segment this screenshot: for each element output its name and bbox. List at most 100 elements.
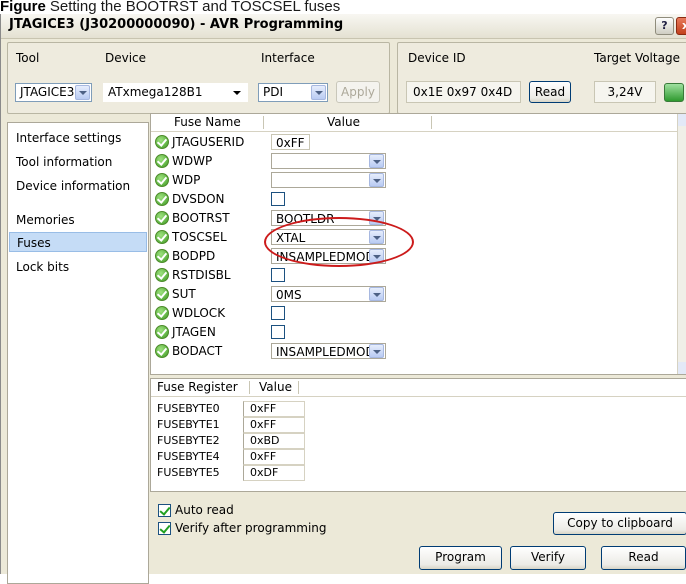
fuse-name: DVSDON [172,192,225,206]
fuse-value-select[interactable] [271,172,386,188]
interface-select[interactable]: PDI [258,83,328,102]
checkbox-checked-icon [158,522,171,535]
fuse-value-select[interactable]: INSAMPLEDMODE [271,248,386,264]
fuse-table-scrollbar[interactable] [677,114,686,374]
fuse-name: RSTDISBL [172,268,231,282]
chevron-down-icon [75,85,90,100]
verify-button[interactable]: Verify [510,546,586,570]
toolbar: Tool Device Interface JTAGICE3 ATxmega12… [7,42,686,116]
register-name: FUSEBYTE0 [157,402,220,415]
fuse-name: TOSCSEL [172,230,227,244]
register-value[interactable]: 0xDF [243,465,305,481]
register-name-header: Fuse Register [157,380,238,394]
fuse-value-select[interactable] [271,153,386,169]
device-id-group: Device ID Target Voltage 0x1E 0x97 0x4D … [397,42,686,114]
register-name: FUSEBYTE1 [157,418,220,431]
fuse-row-dvsdon: DVSDON [151,191,431,208]
chevron-down-icon [369,230,384,244]
register-name: FUSEBYTE2 [157,434,220,447]
fuse-row-wdwp: WDWP [151,153,431,170]
fuse-value-text: XTAL [276,231,306,245]
tool-select-value: JTAGICE3 [20,85,75,99]
fuse-row-jtaguserid: JTAGUSERID 0xFF [151,134,431,151]
copy-to-clipboard-button[interactable]: Copy to clipboard [553,512,686,535]
fuse-table: Fuse Name Value JTAGUSERID 0xFF WDWP WDP DVS… [150,113,686,375]
fuse-value-select[interactable]: 0MS [271,286,386,302]
chevron-down-icon [369,249,384,263]
fuse-row-toscsel: TOSCSEL XTAL [151,229,431,246]
green-check-icon [155,268,169,282]
register-value-header: Value [259,380,292,394]
scroll-down-arrow-icon[interactable] [678,362,686,374]
nav-interface-settings[interactable]: Interface settings [9,128,147,148]
checkbox-checked-icon [158,504,171,517]
fuse-name: BOOTRST [172,211,230,225]
nav-fuses[interactable]: Fuses [9,232,147,252]
fuse-value-header: Value [327,115,360,129]
tool-label: Tool [16,51,40,65]
fuse-row-bootrst: BOOTRST BOOTLDR [151,210,431,227]
chevron-down-icon [311,85,326,100]
fuse-checkbox[interactable] [271,306,285,320]
program-button[interactable]: Program [419,546,502,570]
fuse-checkbox[interactable] [271,192,285,206]
fuse-checkbox[interactable] [271,268,285,282]
register-value[interactable]: 0xFF [243,417,305,433]
green-check-icon [155,344,169,358]
fuse-value-text: INSAMPLEDMODE [276,250,383,264]
register-row: FUSEBYTE4 0xFF [157,449,307,465]
nav-tool-information[interactable]: Tool information [9,152,147,172]
header-divider [298,381,299,394]
green-check-icon [155,306,169,320]
read-device-id-button[interactable]: Read [529,81,571,103]
caption-text: Setting the BOOTRST and TOSCSEL fuses [49,0,341,15]
fuse-value-select[interactable]: XTAL [271,229,386,245]
fuse-name: WDP [172,173,201,187]
read-button[interactable]: Read [601,546,686,570]
fuse-table-header: Fuse Name Value [151,114,686,132]
fuse-value-select[interactable]: BOOTLDR [271,210,386,226]
nav-memories[interactable]: Memories [9,210,147,230]
header-divider [249,381,250,394]
register-row: FUSEBYTE5 0xDF [157,465,307,481]
fuse-checkbox[interactable] [271,325,285,339]
register-value[interactable]: 0xFF [243,449,305,465]
green-check-icon [155,287,169,301]
green-check-icon [155,135,169,149]
refresh-icon[interactable] [664,83,684,102]
interface-label: Interface [261,51,315,65]
help-button[interactable]: ? [655,17,674,35]
fuse-value-text: 0xFF [276,136,305,150]
nav-device-information[interactable]: Device information [9,176,147,196]
chevron-down-icon [369,173,384,187]
fuse-name: BODPD [172,249,216,263]
auto-read-label: Auto read [175,503,234,517]
fuse-row-bodpd: BODPD INSAMPLEDMODE [151,248,431,265]
register-value[interactable]: 0xBD [243,433,305,449]
left-navigation: Interface settings Tool information Devi… [7,122,149,584]
caption-label: Figure [0,0,46,15]
chevron-down-icon [369,154,384,168]
green-check-icon [155,230,169,244]
fuse-value-select[interactable]: INSAMPLEDMODE [271,343,386,359]
register-row: FUSEBYTE2 0xBD [157,433,307,449]
chevron-down-icon [369,287,384,301]
scroll-up-arrow-icon[interactable] [678,114,686,126]
tool-device-group: Tool Device Interface JTAGICE3 ATxmega12… [7,42,390,114]
fuse-row-sut: SUT 0MS [151,286,431,303]
green-check-icon [155,249,169,263]
fuse-name: JTAGEN [172,325,216,339]
interface-select-value: PDI [263,85,284,99]
fuse-name: WDWP [172,154,213,168]
fuse-value-text: BOOTLDR [276,212,335,226]
nav-lock-bits[interactable]: Lock bits [9,257,147,277]
close-button[interactable]: x [676,17,686,35]
register-value[interactable]: 0xFF [243,401,305,417]
register-row: FUSEBYTE1 0xFF [157,417,307,433]
apply-button[interactable]: Apply [336,81,380,103]
tool-select[interactable]: JTAGICE3 [15,83,92,102]
device-select[interactable]: ATxmega128B1 [103,83,248,102]
fuse-row-wdp: WDP [151,172,431,189]
fuse-value-field[interactable]: 0xFF [271,134,310,150]
fuse-name: BODACT [172,344,223,358]
